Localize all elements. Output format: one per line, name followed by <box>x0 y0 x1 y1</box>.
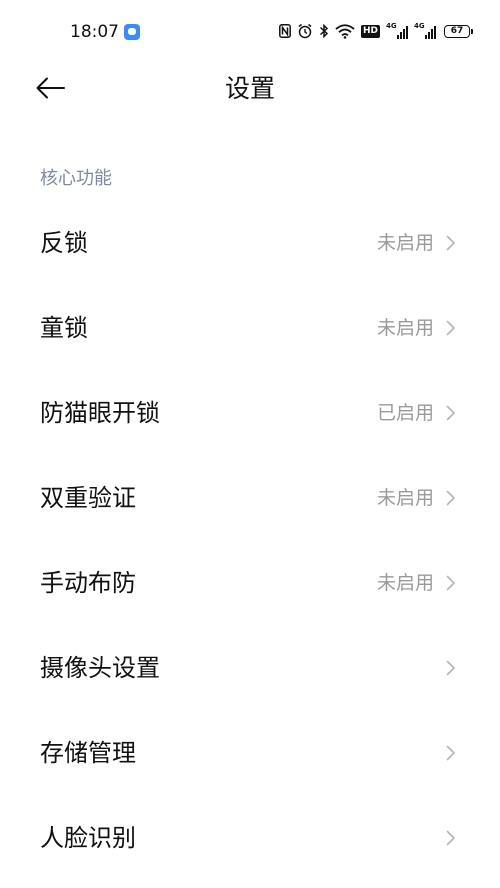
item-label: 反锁 <box>40 228 88 257</box>
chevron-right-icon <box>446 320 455 335</box>
status-time: 18:07 <box>70 22 119 42</box>
signal-label: 4G <box>386 22 397 30</box>
item-status: 未启用 <box>376 316 434 339</box>
chevron-right-icon <box>446 405 455 420</box>
alarm-icon <box>297 22 313 40</box>
header: 设置 <box>0 62 500 116</box>
chevron-right-icon <box>446 490 455 505</box>
signal-icon: 4G <box>414 22 436 40</box>
item-label: 双重验证 <box>40 483 136 512</box>
chevron-right-icon <box>446 575 455 590</box>
settings-item-anti-peephole[interactable]: 防猫眼开锁 已启用 <box>0 370 500 455</box>
settings-item-deadlock[interactable]: 反锁 未启用 <box>0 200 500 285</box>
battery-level: 67 <box>444 24 473 38</box>
settings-item-storage[interactable]: 存储管理 <box>0 710 500 795</box>
settings-item-face-recognition[interactable]: 人脸识别 <box>0 795 500 880</box>
section-title: 核心功能 <box>40 168 112 189</box>
item-label: 手动布防 <box>40 568 136 597</box>
item-label: 人脸识别 <box>40 823 136 852</box>
settings-item-camera[interactable]: 摄像头设置 <box>0 625 500 710</box>
item-status: 已启用 <box>376 401 434 424</box>
chevron-right-icon <box>446 830 455 845</box>
item-label: 防猫眼开锁 <box>40 398 160 427</box>
item-status: 未启用 <box>376 231 434 254</box>
hd-icon: HD <box>360 22 380 40</box>
settings-item-manual-arm[interactable]: 手动布防 未启用 <box>0 540 500 625</box>
chevron-right-icon <box>446 660 455 675</box>
signal-icon: 4G <box>386 22 408 40</box>
settings-list: 反锁 未启用 童锁 未启用 防猫眼开锁 已启用 双重验证 未启用 手动布防 未启… <box>0 200 500 880</box>
chevron-right-icon <box>446 745 455 760</box>
notification-app-icon <box>124 24 140 40</box>
page-title: 设置 <box>224 74 275 103</box>
item-label: 童锁 <box>40 313 88 342</box>
status-bar: 18:07 HD 4G 4G 67 <box>0 0 500 62</box>
battery-icon: 67 <box>444 22 473 40</box>
item-status: 未启用 <box>376 486 434 509</box>
signal-label: 4G <box>414 22 425 30</box>
bluetooth-icon <box>319 22 329 40</box>
settings-item-two-factor[interactable]: 双重验证 未启用 <box>0 455 500 540</box>
chevron-right-icon <box>446 235 455 250</box>
item-label: 存储管理 <box>40 738 136 767</box>
item-label: 摄像头设置 <box>40 653 160 682</box>
settings-item-child-lock[interactable]: 童锁 未启用 <box>0 285 500 370</box>
item-status: 未启用 <box>376 571 434 594</box>
nfc-icon <box>279 22 291 40</box>
wifi-icon <box>335 22 355 40</box>
status-icons: HD 4G 4G 67 <box>279 21 473 41</box>
hd-badge: HD <box>360 24 380 38</box>
